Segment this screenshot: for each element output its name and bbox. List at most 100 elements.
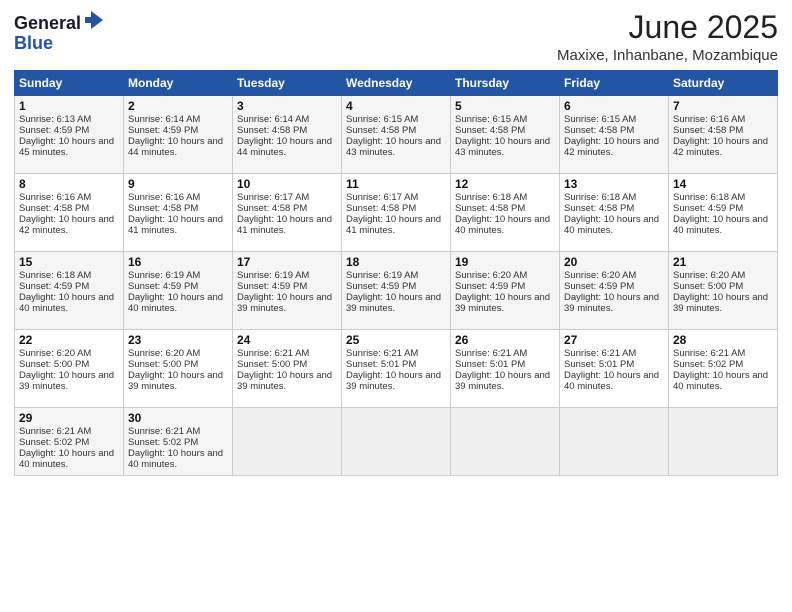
col-monday: Monday (124, 71, 233, 96)
sunrise-text: Sunrise: 6:21 AM (19, 426, 91, 437)
sunrise-text: Sunrise: 6:21 AM (128, 426, 200, 437)
daylight-text: Daylight: 10 hours and 41 minutes. (237, 214, 332, 236)
daylight-text: Daylight: 10 hours and 40 minutes. (19, 292, 114, 314)
table-row: 2 Sunrise: 6:14 AM Sunset: 4:59 PM Dayli… (124, 96, 233, 174)
page-container: General Blue June 2025 Maxixe, Inhanbane… (0, 0, 792, 484)
sunrise-text: Sunrise: 6:17 AM (346, 192, 418, 203)
table-row (669, 408, 778, 476)
day-number: 6 (564, 99, 664, 113)
sunrise-text: Sunrise: 6:20 AM (564, 270, 636, 281)
daylight-text: Daylight: 10 hours and 40 minutes. (128, 448, 223, 470)
sunrise-text: Sunrise: 6:16 AM (128, 192, 200, 203)
sunrise-text: Sunrise: 6:14 AM (237, 114, 309, 125)
calendar-week-row: 29 Sunrise: 6:21 AM Sunset: 5:02 PM Dayl… (15, 408, 778, 476)
sunset-text: Sunset: 4:59 PM (346, 281, 416, 292)
table-row: 21 Sunrise: 6:20 AM Sunset: 5:00 PM Dayl… (669, 252, 778, 330)
day-number: 23 (128, 333, 228, 347)
sunset-text: Sunset: 4:58 PM (564, 125, 634, 136)
daylight-text: Daylight: 10 hours and 39 minutes. (19, 370, 114, 392)
sunrise-text: Sunrise: 6:18 AM (19, 270, 91, 281)
day-number: 2 (128, 99, 228, 113)
table-row: 20 Sunrise: 6:20 AM Sunset: 4:59 PM Dayl… (560, 252, 669, 330)
day-number: 17 (237, 255, 337, 269)
sunrise-text: Sunrise: 6:20 AM (455, 270, 527, 281)
sunset-text: Sunset: 4:59 PM (564, 281, 634, 292)
daylight-text: Daylight: 10 hours and 39 minutes. (455, 292, 550, 314)
sunset-text: Sunset: 5:00 PM (128, 359, 198, 370)
calendar-week-row: 1 Sunrise: 6:13 AM Sunset: 4:59 PM Dayli… (15, 96, 778, 174)
sunset-text: Sunset: 5:01 PM (564, 359, 634, 370)
table-row: 7 Sunrise: 6:16 AM Sunset: 4:58 PM Dayli… (669, 96, 778, 174)
daylight-text: Daylight: 10 hours and 39 minutes. (564, 292, 659, 314)
sunrise-text: Sunrise: 6:14 AM (128, 114, 200, 125)
table-row: 23 Sunrise: 6:20 AM Sunset: 5:00 PM Dayl… (124, 330, 233, 408)
sunset-text: Sunset: 4:59 PM (237, 281, 307, 292)
logo-general: General (14, 14, 81, 34)
sunset-text: Sunset: 4:58 PM (455, 203, 525, 214)
day-number: 7 (673, 99, 773, 113)
day-number: 27 (564, 333, 664, 347)
sunrise-text: Sunrise: 6:20 AM (673, 270, 745, 281)
daylight-text: Daylight: 10 hours and 39 minutes. (673, 292, 768, 314)
table-row: 5 Sunrise: 6:15 AM Sunset: 4:58 PM Dayli… (451, 96, 560, 174)
daylight-text: Daylight: 10 hours and 42 minutes. (19, 214, 114, 236)
day-number: 1 (19, 99, 119, 113)
daylight-text: Daylight: 10 hours and 42 minutes. (673, 136, 768, 158)
day-number: 22 (19, 333, 119, 347)
title-block: June 2025 Maxixe, Inhanbane, Mozambique (557, 10, 778, 64)
table-row: 8 Sunrise: 6:16 AM Sunset: 4:58 PM Dayli… (15, 174, 124, 252)
table-row: 22 Sunrise: 6:20 AM Sunset: 5:00 PM Dayl… (15, 330, 124, 408)
daylight-text: Daylight: 10 hours and 44 minutes. (128, 136, 223, 158)
table-row (342, 408, 451, 476)
sunset-text: Sunset: 4:58 PM (237, 203, 307, 214)
logo-arrow-icon (83, 9, 105, 31)
daylight-text: Daylight: 10 hours and 41 minutes. (128, 214, 223, 236)
calendar-week-row: 8 Sunrise: 6:16 AM Sunset: 4:58 PM Dayli… (15, 174, 778, 252)
sunrise-text: Sunrise: 6:21 AM (564, 348, 636, 359)
day-number: 21 (673, 255, 773, 269)
col-thursday: Thursday (451, 71, 560, 96)
daylight-text: Daylight: 10 hours and 40 minutes. (673, 214, 768, 236)
sunrise-text: Sunrise: 6:16 AM (673, 114, 745, 125)
day-number: 19 (455, 255, 555, 269)
daylight-text: Daylight: 10 hours and 40 minutes. (455, 214, 550, 236)
day-number: 29 (19, 411, 119, 425)
sunrise-text: Sunrise: 6:15 AM (346, 114, 418, 125)
sunrise-text: Sunrise: 6:19 AM (346, 270, 418, 281)
daylight-text: Daylight: 10 hours and 41 minutes. (346, 214, 441, 236)
sunset-text: Sunset: 4:58 PM (564, 203, 634, 214)
daylight-text: Daylight: 10 hours and 40 minutes. (673, 370, 768, 392)
day-number: 20 (564, 255, 664, 269)
sunset-text: Sunset: 5:01 PM (455, 359, 525, 370)
sunset-text: Sunset: 4:58 PM (346, 125, 416, 136)
table-row: 10 Sunrise: 6:17 AM Sunset: 4:58 PM Dayl… (233, 174, 342, 252)
day-number: 13 (564, 177, 664, 191)
sunset-text: Sunset: 5:00 PM (19, 359, 89, 370)
location-title: Maxixe, Inhanbane, Mozambique (557, 47, 778, 64)
table-row: 3 Sunrise: 6:14 AM Sunset: 4:58 PM Dayli… (233, 96, 342, 174)
sunrise-text: Sunrise: 6:20 AM (19, 348, 91, 359)
daylight-text: Daylight: 10 hours and 43 minutes. (455, 136, 550, 158)
header: General Blue June 2025 Maxixe, Inhanbane… (14, 10, 778, 64)
sunset-text: Sunset: 5:02 PM (128, 437, 198, 448)
day-number: 24 (237, 333, 337, 347)
table-row: 16 Sunrise: 6:19 AM Sunset: 4:59 PM Dayl… (124, 252, 233, 330)
day-number: 15 (19, 255, 119, 269)
daylight-text: Daylight: 10 hours and 40 minutes. (564, 370, 659, 392)
table-row (560, 408, 669, 476)
table-row: 4 Sunrise: 6:15 AM Sunset: 4:58 PM Dayli… (342, 96, 451, 174)
day-number: 30 (128, 411, 228, 425)
table-row: 26 Sunrise: 6:21 AM Sunset: 5:01 PM Dayl… (451, 330, 560, 408)
sunset-text: Sunset: 5:00 PM (673, 281, 743, 292)
table-row: 19 Sunrise: 6:20 AM Sunset: 4:59 PM Dayl… (451, 252, 560, 330)
day-number: 25 (346, 333, 446, 347)
sunset-text: Sunset: 5:00 PM (237, 359, 307, 370)
sunset-text: Sunset: 4:59 PM (128, 281, 198, 292)
daylight-text: Daylight: 10 hours and 43 minutes. (346, 136, 441, 158)
daylight-text: Daylight: 10 hours and 39 minutes. (346, 370, 441, 392)
sunset-text: Sunset: 4:59 PM (455, 281, 525, 292)
calendar-table: Sunday Monday Tuesday Wednesday Thursday… (14, 70, 778, 476)
table-row: 28 Sunrise: 6:21 AM Sunset: 5:02 PM Dayl… (669, 330, 778, 408)
sunrise-text: Sunrise: 6:21 AM (346, 348, 418, 359)
table-row: 6 Sunrise: 6:15 AM Sunset: 4:58 PM Dayli… (560, 96, 669, 174)
